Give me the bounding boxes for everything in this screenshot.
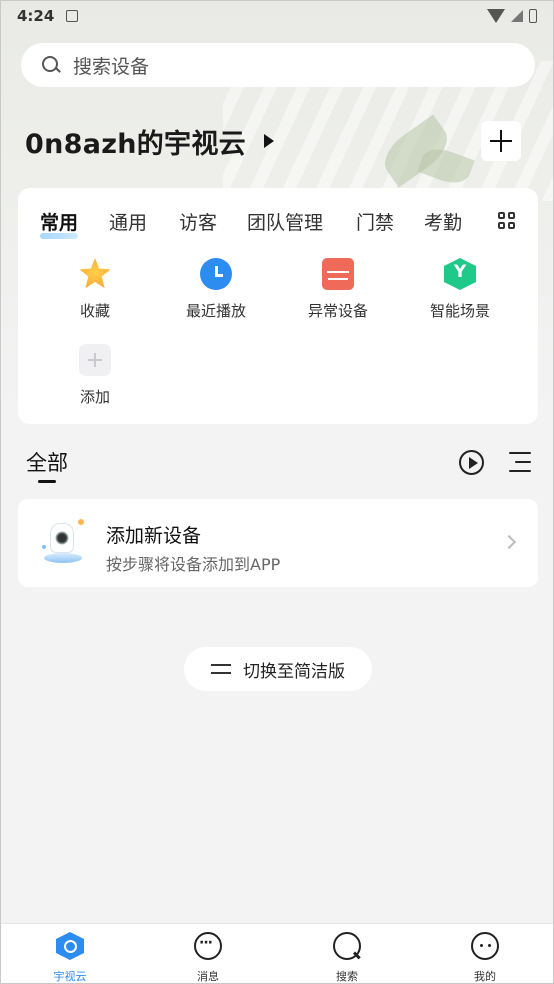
plus-icon-stroke — [499, 130, 503, 152]
section-title-text: 全部 — [26, 451, 68, 475]
menu-line — [515, 461, 531, 463]
sort-menu-button[interactable] — [509, 452, 531, 472]
shortcut-label: 异常设备 — [307, 302, 368, 320]
swap-icon — [211, 661, 233, 677]
alert-device-icon — [322, 258, 354, 290]
status-bar: 4:24 — [1, 1, 553, 31]
nav-search[interactable]: 搜索 — [307, 932, 387, 983]
account-switcher[interactable]: 0n8azh的宇视云 — [25, 121, 274, 161]
add-device-title: 添加新设备 — [106, 525, 202, 547]
nav-profile[interactable]: 我的 — [445, 932, 525, 983]
add-device-card[interactable]: 添加新设备 按步骤将设备添加到APP — [18, 499, 538, 587]
shortcut-label: 添加 — [79, 388, 110, 406]
nav-home[interactable]: 宇视云 — [30, 932, 110, 983]
signal-icon — [511, 10, 523, 22]
nav-label: 我的 — [474, 970, 496, 983]
menu-line — [509, 452, 531, 454]
home-icon — [56, 932, 84, 960]
grid-menu-icon[interactable] — [498, 212, 516, 230]
clock-icon — [200, 258, 232, 290]
shortcut-label: 最近播放 — [185, 302, 246, 320]
caret-right-icon — [263, 134, 274, 148]
shortcut-card: 常用 通用 访客 团队管理 门禁 考勤 收藏 最近播放 异常设备 智能场景 — [18, 188, 538, 424]
bottom-nav: 宇视云 消息 搜索 我的 — [1, 923, 553, 983]
menu-line — [509, 470, 531, 472]
shortcut-recent-playback[interactable]: 最近播放 — [171, 258, 261, 321]
play-all-button[interactable] — [459, 450, 484, 475]
section-title: 全部 — [26, 447, 68, 483]
nav-label: 消息 — [197, 970, 219, 983]
notification-icon — [66, 10, 79, 22]
tab-access-control[interactable]: 门禁 — [356, 208, 394, 235]
nav-messages[interactable]: 消息 — [168, 932, 248, 983]
app-screen: 4:24 搜索设备 0n8azh的宇视云 常用 通用 访客 团队管理 门禁 考勤 — [0, 0, 554, 984]
profile-icon — [471, 932, 499, 960]
section-title-underline — [38, 480, 56, 483]
tab-visitor[interactable]: 访客 — [179, 208, 217, 235]
wifi-icon — [487, 9, 505, 23]
add-device-subtitle: 按步骤将设备添加到APP — [106, 555, 281, 574]
tab-common[interactable]: 常用 — [40, 208, 79, 239]
message-icon — [194, 932, 222, 960]
search-icon — [333, 932, 361, 960]
add-button[interactable] — [481, 121, 521, 161]
shortcut-smart-scene[interactable]: 智能场景 — [415, 258, 505, 321]
shortcut-favorites[interactable]: 收藏 — [50, 258, 140, 321]
add-icon — [79, 344, 111, 376]
nav-label: 宇视云 — [53, 970, 87, 983]
switch-simple-mode-button[interactable]: 切换至简洁版 — [184, 647, 372, 691]
search-icon — [41, 55, 61, 75]
nav-label: 搜索 — [336, 970, 358, 983]
tab-team-management[interactable]: 团队管理 — [247, 208, 323, 235]
tab-general[interactable]: 通用 — [109, 208, 147, 235]
shortcut-label: 智能场景 — [429, 302, 490, 320]
shortcut-label: 收藏 — [79, 302, 110, 320]
shortcut-abnormal-devices[interactable]: 异常设备 — [293, 258, 383, 321]
status-icons — [487, 9, 537, 23]
star-icon — [79, 258, 111, 289]
category-tabs: 常用 通用 访客 团队管理 门禁 考勤 — [18, 208, 538, 239]
shortcut-add[interactable]: 添加 — [50, 344, 140, 407]
status-time: 4:24 — [17, 7, 55, 25]
search-placeholder: 搜索设备 — [73, 55, 150, 78]
scene-icon — [444, 258, 476, 290]
battery-icon — [529, 9, 537, 23]
page-title: 0n8azh的宇视云 — [25, 128, 246, 160]
tab-attendance[interactable]: 考勤 — [424, 208, 462, 235]
chevron-right-icon — [501, 534, 517, 550]
tab-label: 常用 — [40, 212, 79, 234]
search-bar[interactable]: 搜索设备 — [21, 43, 535, 87]
switch-label: 切换至简洁版 — [243, 661, 345, 682]
camera-icon — [42, 519, 86, 567]
